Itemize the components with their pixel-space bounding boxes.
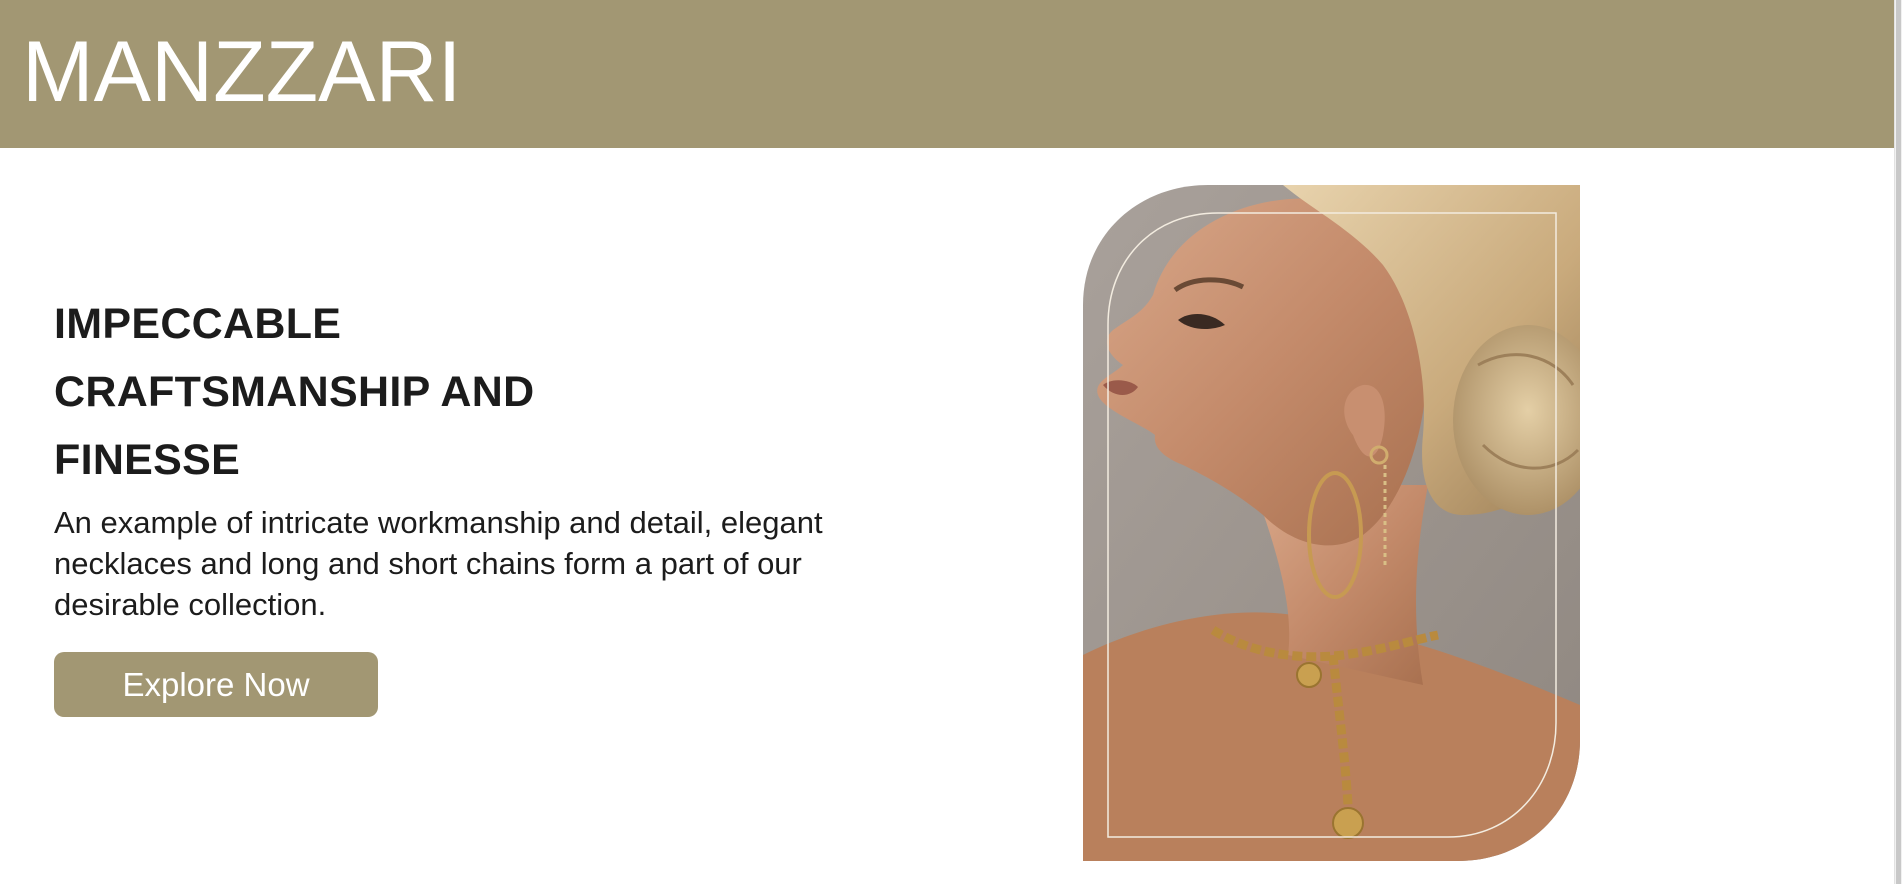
scrollbar-thumb[interactable] [1896, 0, 1901, 884]
hero-headline-line: CRAFTSMANSHIP AND [54, 368, 535, 416]
site-header: MANZZARI [0, 0, 1895, 148]
brand-logo[interactable]: MANZZARI [22, 26, 462, 118]
hero-headline-line: FINESSE [54, 436, 241, 484]
page: MANZZARI IMPECCABLE CRAFTSMANSHIP AND FI… [0, 0, 1902, 884]
model-jewelry-photo [1083, 185, 1580, 861]
hero-description: An example of intricate workmanship and … [54, 505, 823, 622]
hero-headline-line: IMPECCABLE [54, 300, 342, 348]
vertical-scrollbar[interactable] [1894, 0, 1902, 884]
explore-now-button[interactable]: Explore Now [54, 652, 378, 717]
hero-image [1083, 185, 1580, 861]
hero-headline: IMPECCABLE CRAFTSMANSHIP AND FINESSE [54, 290, 954, 494]
hero-text-block: IMPECCABLE CRAFTSMANSHIP AND FINESSE An … [54, 290, 954, 625]
